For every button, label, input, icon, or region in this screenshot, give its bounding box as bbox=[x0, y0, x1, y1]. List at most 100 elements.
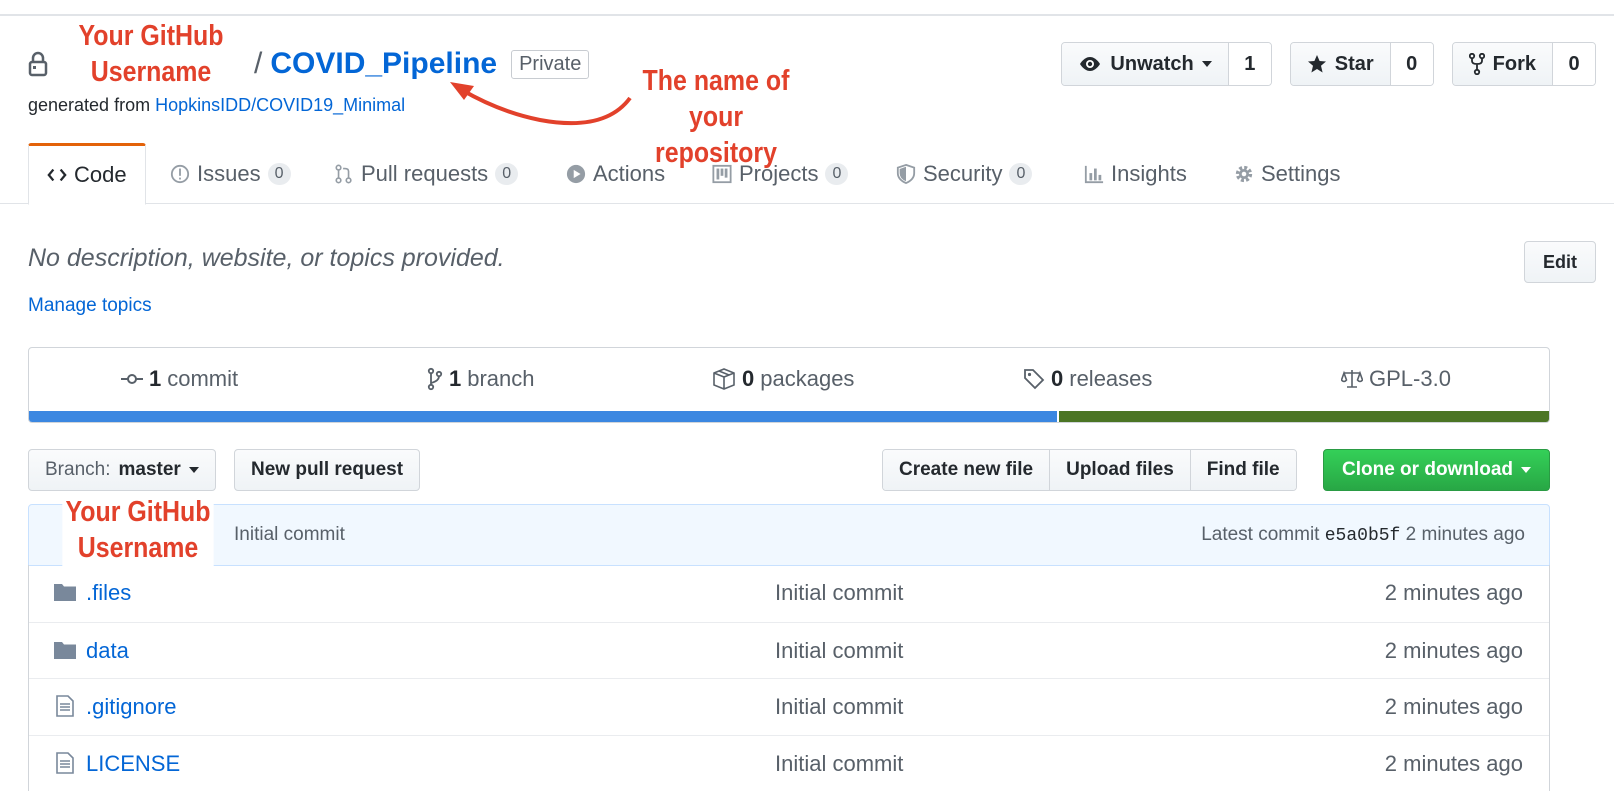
file-name-link[interactable]: .gitignore bbox=[86, 694, 177, 720]
eye-icon bbox=[1080, 57, 1101, 71]
fork-group: Fork 0 bbox=[1451, 42, 1596, 86]
commit-label: commit bbox=[167, 366, 239, 391]
generated-from: generated from HopkinsIDD/COVID19_Minima… bbox=[28, 95, 405, 116]
issues-counter: 0 bbox=[267, 162, 291, 185]
fork-count[interactable]: 0 bbox=[1553, 43, 1595, 85]
tab-settings[interactable]: Settings bbox=[1216, 143, 1359, 204]
watch-group: Unwatch 1 bbox=[1061, 42, 1272, 86]
code-icon bbox=[47, 168, 67, 182]
tab-code-label: Code bbox=[74, 162, 127, 187]
star-group: Star 0 bbox=[1289, 42, 1434, 86]
star-label: Star bbox=[1334, 52, 1374, 75]
package-count: 0 bbox=[742, 366, 755, 391]
tab-settings-label: Settings bbox=[1261, 160, 1341, 186]
file-age: 2 minutes ago bbox=[1384, 750, 1523, 776]
tab-security[interactable]: Security 0 bbox=[878, 143, 1050, 204]
fork-button[interactable]: Fork bbox=[1452, 43, 1553, 85]
username-annotation-bottom: Your GitHub Username bbox=[62, 494, 214, 570]
law-icon bbox=[1341, 370, 1363, 388]
template-repo-link[interactable]: HopkinsIDD/COVID19_Minimal bbox=[155, 95, 405, 115]
shield-icon bbox=[896, 163, 916, 184]
tab-issues[interactable]: Issues 0 bbox=[152, 143, 309, 204]
annotation-line: The name of your bbox=[642, 65, 790, 133]
file-row: .files Initial commit 2 minutes ago bbox=[29, 565, 1549, 622]
latest-commit-message[interactable]: Initial commit bbox=[234, 524, 345, 546]
packages-summary[interactable]: 0 packages bbox=[712, 366, 854, 392]
file-row: LICENSE Initial commit 2 minutes ago bbox=[29, 734, 1549, 792]
edit-description-button[interactable]: Edit bbox=[1524, 241, 1596, 283]
fork-label: Fork bbox=[1492, 52, 1536, 75]
commit-sha-link[interactable]: e5a0b5f bbox=[1325, 526, 1401, 546]
branch-select[interactable]: Branch: master bbox=[28, 449, 216, 491]
manage-topics-link[interactable]: Manage topics bbox=[28, 295, 152, 317]
file-name-link[interactable]: .files bbox=[86, 580, 131, 606]
file-age: 2 minutes ago bbox=[1384, 637, 1523, 663]
issue-icon bbox=[170, 164, 190, 183]
tab-pull-requests-label: Pull requests bbox=[361, 160, 489, 186]
unwatch-button[interactable]: Unwatch bbox=[1062, 43, 1229, 85]
repo-name-annotation: The name of your repository bbox=[616, 63, 816, 171]
fork-icon bbox=[1468, 53, 1485, 75]
file-commit-message[interactable]: Initial commit bbox=[775, 580, 903, 606]
file-commit-message[interactable]: Initial commit bbox=[775, 751, 903, 777]
repo-description: No description, website, or topics provi… bbox=[28, 244, 505, 272]
tab-pull-requests[interactable]: Pull requests 0 bbox=[316, 143, 536, 204]
release-count: 0 bbox=[1051, 366, 1064, 391]
file-icon bbox=[56, 751, 74, 774]
annotation-line: repository bbox=[655, 137, 777, 169]
create-new-file-button[interactable]: Create new file bbox=[883, 450, 1051, 490]
repo-actions: Unwatch 1 Star 0 Fork 0 bbox=[1061, 42, 1596, 86]
watch-count[interactable]: 1 bbox=[1228, 43, 1271, 85]
chevron-down-icon bbox=[1201, 61, 1212, 67]
projects-counter: 0 bbox=[825, 162, 849, 185]
folder-icon bbox=[54, 641, 76, 659]
branch-label: branch bbox=[467, 366, 535, 391]
latest-commit-info: Latest commit e5a0b5f 2 minutes ago bbox=[1201, 524, 1525, 546]
file-name-link[interactable]: LICENSE bbox=[86, 751, 180, 777]
find-file-button[interactable]: Find file bbox=[1190, 450, 1296, 490]
new-pull-request-button[interactable]: New pull request bbox=[234, 449, 421, 491]
star-icon bbox=[1307, 55, 1326, 73]
generated-from-label: generated from bbox=[28, 95, 151, 115]
language-segment-primary bbox=[29, 411, 1059, 422]
star-count[interactable]: 0 bbox=[1390, 43, 1433, 85]
file-row: data Initial commit 2 minutes ago bbox=[29, 621, 1549, 679]
tag-icon bbox=[1024, 369, 1045, 390]
branches-summary[interactable]: 1 branch bbox=[427, 366, 535, 392]
tab-insights-label: Insights bbox=[1111, 160, 1187, 186]
branch-select-prefix: Branch: bbox=[45, 459, 111, 480]
releases-summary[interactable]: 0 releases bbox=[1023, 366, 1152, 392]
clone-or-download-button[interactable]: Clone or download bbox=[1323, 449, 1550, 491]
upload-files-button[interactable]: Upload files bbox=[1050, 450, 1191, 490]
annotation-line: Username bbox=[90, 56, 212, 88]
file-commit-message[interactable]: Initial commit bbox=[775, 694, 903, 720]
branch-count: 1 bbox=[449, 366, 462, 391]
file-list: .files Initial commit 2 minutes ago data… bbox=[28, 565, 1550, 791]
latest-commit-bar: Initial commit Latest commit e5a0b5f 2 m… bbox=[28, 504, 1550, 566]
username-annotation-top: Your GitHub Username bbox=[77, 18, 225, 94]
top-divider bbox=[0, 14, 1614, 16]
file-name-link[interactable]: data bbox=[86, 638, 129, 664]
tab-security-label: Security bbox=[923, 160, 1003, 186]
unwatch-label: Unwatch bbox=[1110, 52, 1194, 75]
annotation-line: Username bbox=[77, 532, 199, 564]
commits-summary[interactable]: 1 commit bbox=[121, 366, 238, 392]
package-label: packages bbox=[760, 366, 855, 391]
star-button[interactable]: Star bbox=[1290, 43, 1391, 85]
language-bar[interactable] bbox=[29, 411, 1549, 422]
pull-request-icon bbox=[335, 164, 352, 183]
latest-commit-label: Latest commit bbox=[1201, 524, 1320, 545]
file-commit-message[interactable]: Initial commit bbox=[775, 638, 903, 664]
file-icon bbox=[56, 695, 74, 717]
gear-icon bbox=[1235, 165, 1253, 182]
branch-icon bbox=[427, 367, 443, 391]
clone-label: Clone or download bbox=[1342, 459, 1513, 480]
tab-insights[interactable]: Insights bbox=[1066, 143, 1205, 204]
file-age: 2 minutes ago bbox=[1384, 694, 1523, 719]
file-row: .gitignore Initial commit 2 minutes ago bbox=[29, 678, 1549, 735]
license-summary[interactable]: GPL-3.0 bbox=[1341, 366, 1451, 392]
annotation-line: Your GitHub bbox=[78, 20, 224, 52]
tab-code[interactable]: Code bbox=[28, 143, 146, 205]
file-age: 2 minutes ago bbox=[1384, 580, 1523, 605]
tab-issues-label: Issues bbox=[197, 160, 261, 186]
